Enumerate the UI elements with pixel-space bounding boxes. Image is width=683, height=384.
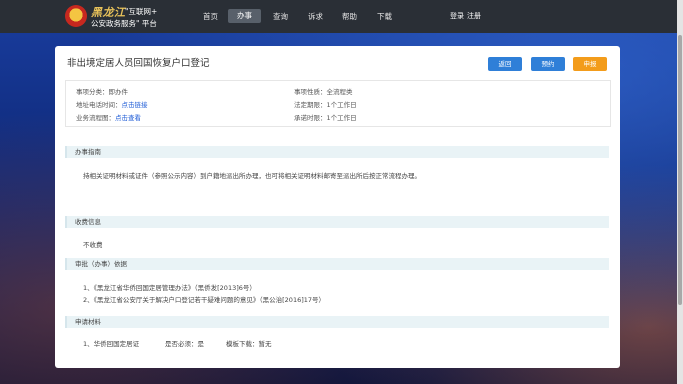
login-link[interactable]: 登录 xyxy=(450,0,464,33)
promise-period-info: 承诺时限：1个工作日 xyxy=(294,112,357,122)
material-template: 模板下载：暂无 xyxy=(226,340,272,348)
logo-subtitle-1: "互联网+ xyxy=(125,7,158,16)
basis-item-1: 1、《黑龙江省华侨回国定居管理办法》（黑侨发[2013]6号） xyxy=(83,284,256,292)
reserve-button[interactable]: 预约 xyxy=(531,57,565,71)
flow-chart-label: 业务流程图： xyxy=(76,114,115,122)
material-item-name: 1、华侨回国定居证 xyxy=(83,340,140,348)
nav-appeal[interactable]: 诉求 xyxy=(308,0,323,33)
nav-home[interactable]: 首页 xyxy=(203,0,218,33)
page-title: 非出境定居人员回国恢复户口登记 xyxy=(67,58,210,69)
page-scrollbar[interactable] xyxy=(677,0,683,384)
basis-item-2: 2、《黑龙江省公安厅关于解决户口登记若干疑难问题的意见》（黑公治[2016]17… xyxy=(83,296,326,304)
section-basis-header: 审批（办事）依据 xyxy=(65,258,609,270)
nav-help[interactable]: 帮助 xyxy=(342,0,357,33)
flow-chart-link[interactable]: 点击查看 xyxy=(115,114,141,122)
guide-text: 持相关证明材料或证件（参照公示内容）到户籍地派出所办理，也可将相关证明材料邮寄至… xyxy=(83,172,421,180)
fee-text: 不收费 xyxy=(83,241,103,249)
service-detail-panel: 非出境定居人员回国恢复户口登记 返回 预约 申报 事项分类：即办件 事项性质：全… xyxy=(55,46,620,368)
nature-label: 事项性质： xyxy=(294,88,327,96)
top-navigation-bar: 黑龙江 "互联网+ 公安政务服务" 平台 首页 办事 查询 诉求 帮助 下载 登… xyxy=(0,0,683,33)
category-info: 事项分类：即办件 xyxy=(76,86,128,96)
service-info-box: 事项分类：即办件 事项性质：全流程类 地址电话时间：点击链接 法定期限：1个工作… xyxy=(65,80,611,127)
section-material-header: 申请材料 xyxy=(65,316,609,328)
promise-period-label: 承诺时限： xyxy=(294,114,327,122)
legal-period-info: 法定期限：1个工作日 xyxy=(294,99,357,109)
register-link[interactable]: 注册 xyxy=(467,0,481,33)
category-label: 事项分类： xyxy=(76,88,109,96)
back-button[interactable]: 返回 xyxy=(488,57,522,71)
nature-info: 事项性质：全流程类 xyxy=(294,86,353,96)
police-badge-icon xyxy=(65,5,87,27)
scrollbar-thumb[interactable] xyxy=(678,35,682,305)
flow-chart-info: 业务流程图：点击查看 xyxy=(76,112,141,122)
address-link[interactable]: 点击链接 xyxy=(122,101,148,109)
section-guide-header: 办事指南 xyxy=(65,146,609,158)
promise-period-value: 1个工作日 xyxy=(326,114,357,122)
logo-subtitle-2: 公安政务服务" 平台 xyxy=(91,19,157,28)
apply-button[interactable]: 申报 xyxy=(573,57,607,71)
section-fee-header: 收费信息 xyxy=(65,216,609,228)
nav-download[interactable]: 下载 xyxy=(377,0,392,33)
address-info: 地址电话时间：点击链接 xyxy=(76,99,148,109)
material-required: 是否必须：是 xyxy=(165,340,204,348)
category-value: 即办件 xyxy=(108,88,129,96)
nav-services[interactable]: 办事 xyxy=(228,9,261,23)
legal-period-label: 法定期限： xyxy=(294,101,327,109)
nature-value: 全流程类 xyxy=(326,88,353,96)
nav-query[interactable]: 查询 xyxy=(273,0,288,33)
legal-period-value: 1个工作日 xyxy=(326,101,357,109)
address-label: 地址电话时间： xyxy=(76,101,122,109)
